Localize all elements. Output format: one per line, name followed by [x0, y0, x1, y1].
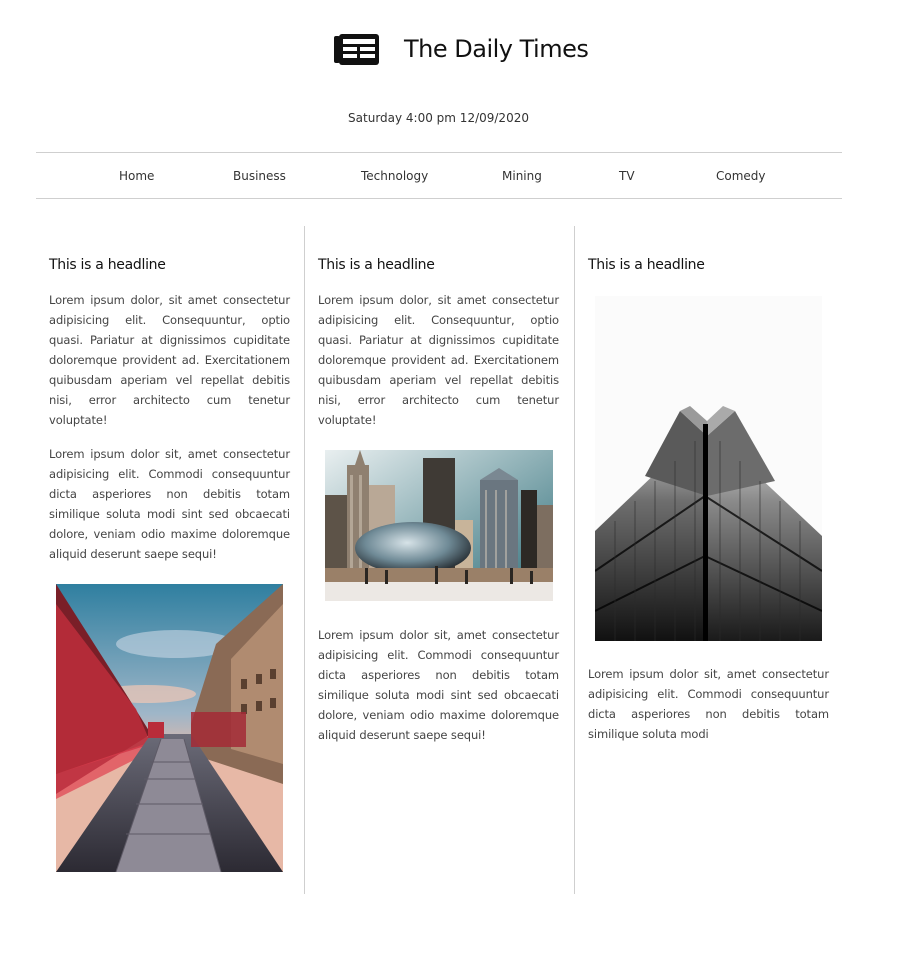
main-nav: Home Business Technology Mining TV Comed…	[36, 152, 842, 199]
masthead: The Daily Times	[0, 0, 897, 100]
skyscraper-upward-photo	[595, 296, 822, 641]
article-paragraph: Lorem ipsum dolor, sit amet consectetur …	[49, 293, 290, 427]
chicago-bean-skyline-photo	[325, 450, 553, 601]
article-card: This is a headline Lorem ipsum dolor, si…	[318, 255, 559, 430]
article-headline[interactable]: This is a headline	[49, 255, 290, 275]
article-headline[interactable]: This is a headline	[588, 255, 829, 275]
article-paragraph: Lorem ipsum dolor, sit amet consectetur …	[318, 293, 559, 427]
site-title: The Daily Times	[404, 35, 589, 63]
newspaper-icon	[333, 33, 380, 66]
dateline: Saturday 4:00 pm 12/09/2020	[348, 111, 529, 125]
article-card: This is a headline	[588, 255, 829, 275]
article-card: This is a headline Lorem ipsum dolor, si…	[49, 255, 290, 564]
article-paragraph: Lorem ipsum dolor sit, amet consectetur …	[588, 667, 829, 741]
nav-item-technology[interactable]: Technology	[361, 166, 428, 186]
article-card-continued: Lorem ipsum dolor sit, amet consectetur …	[588, 664, 829, 744]
article-paragraph: Lorem ipsum dolor sit, amet consectetur …	[49, 447, 290, 561]
article-card-continued: Lorem ipsum dolor sit, amet consectetur …	[318, 625, 559, 745]
london-street-bus-photo	[56, 584, 283, 872]
nav-item-business[interactable]: Business	[233, 166, 286, 186]
column-divider	[574, 226, 575, 894]
nav-item-comedy[interactable]: Comedy	[716, 166, 766, 186]
article-paragraph: Lorem ipsum dolor sit, amet consectetur …	[318, 628, 559, 742]
column-divider	[304, 226, 305, 894]
article-headline[interactable]: This is a headline	[318, 255, 559, 275]
nav-item-home[interactable]: Home	[119, 166, 154, 186]
nav-item-mining[interactable]: Mining	[502, 166, 542, 186]
nav-item-tv[interactable]: TV	[619, 166, 635, 186]
